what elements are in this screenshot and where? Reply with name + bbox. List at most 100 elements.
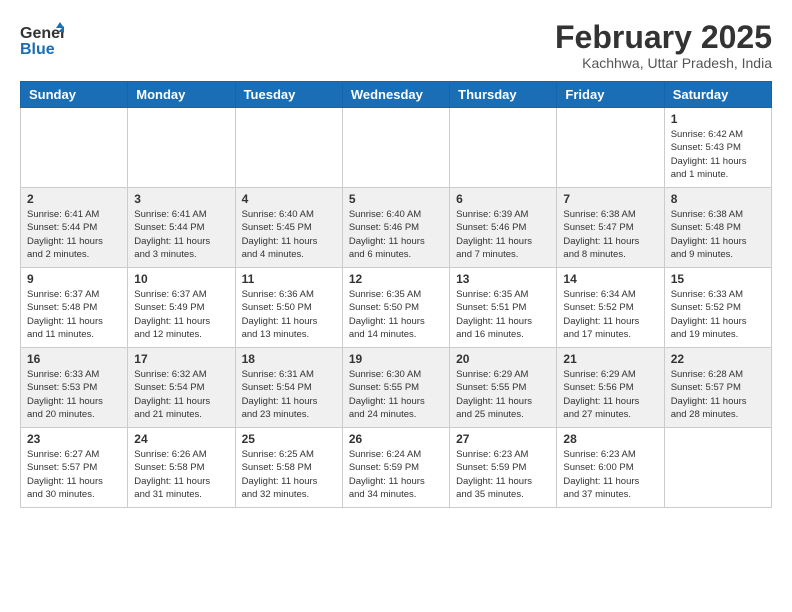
- day-info: Sunrise: 6:27 AMSunset: 5:57 PMDaylight:…: [27, 448, 121, 501]
- day-info: Sunrise: 6:37 AMSunset: 5:48 PMDaylight:…: [27, 288, 121, 341]
- day-number: 10: [134, 272, 228, 286]
- day-info: Sunrise: 6:34 AMSunset: 5:52 PMDaylight:…: [563, 288, 657, 341]
- calendar-cell: 16Sunrise: 6:33 AMSunset: 5:53 PMDayligh…: [21, 348, 128, 428]
- day-number: 9: [27, 272, 121, 286]
- calendar-cell: 14Sunrise: 6:34 AMSunset: 5:52 PMDayligh…: [557, 268, 664, 348]
- day-info: Sunrise: 6:40 AMSunset: 5:45 PMDaylight:…: [242, 208, 336, 261]
- calendar-cell: 18 Sunrise: 6:31 AMSunset: 5:54 PMDayligh…: [235, 348, 342, 428]
- svg-text:Blue: Blue: [20, 41, 55, 58]
- day-info: Sunrise: 6:23 AMSunset: 5:59 PMDaylight:…: [456, 448, 550, 501]
- day-info: Sunrise: 6:25 AMSunset: 5:58 PMDaylight:…: [242, 448, 336, 501]
- calendar-cell: 13 Sunrise: 6:35 AMSunset: 5:51 PMDayligh…: [450, 268, 557, 348]
- day-info: Sunrise: 6:28 AMSunset: 5:57 PMDaylight:…: [671, 368, 765, 421]
- calendar-cell: 12 Sunrise: 6:35 AMSunset: 5:50 PMDayligh…: [342, 268, 449, 348]
- day-number: 24: [134, 432, 228, 446]
- day-number: 28: [563, 432, 657, 446]
- calendar-cell: 19Sunrise: 6:30 AMSunset: 5:55 PMDayligh…: [342, 348, 449, 428]
- day-info: Sunrise: 6:38 AMSunset: 5:47 PMDaylight:…: [563, 208, 657, 261]
- day-number: 18: [242, 352, 336, 366]
- day-info: Sunrise: 6:32 AMSunset: 5:54 PMDaylight:…: [134, 368, 228, 421]
- calendar-cell: 25 Sunrise: 6:25 AMSunset: 5:58 PMDayligh…: [235, 428, 342, 508]
- day-info: Sunrise: 6:36 AMSunset: 5:50 PMDaylight:…: [242, 288, 336, 341]
- weekday-header-sunday: Sunday: [21, 82, 128, 108]
- day-info: Sunrise: 6:30 AMSunset: 5:55 PMDaylight:…: [349, 368, 443, 421]
- month-title: February 2025: [555, 20, 772, 55]
- calendar-cell: 2Sunrise: 6:41 AMSunset: 5:44 PMDaylight…: [21, 188, 128, 268]
- calendar-cell: 10 Sunrise: 6:37 AMSunset: 5:49 PMDayligh…: [128, 268, 235, 348]
- calendar-cell: 22Sunrise: 6:28 AMSunset: 5:57 PMDayligh…: [664, 348, 771, 428]
- logo: General Blue: [20, 20, 64, 58]
- day-number: 20: [456, 352, 550, 366]
- weekday-header-thursday: Thursday: [450, 82, 557, 108]
- day-info: Sunrise: 6:42 AMSunset: 5:43 PMDaylight:…: [671, 128, 765, 181]
- day-info: Sunrise: 6:40 AMSunset: 5:46 PMDaylight:…: [349, 208, 443, 261]
- calendar-cell: [128, 108, 235, 188]
- day-number: 7: [563, 192, 657, 206]
- calendar-cell: [342, 108, 449, 188]
- calendar-cell: 7 Sunrise: 6:38 AMSunset: 5:47 PMDaylight…: [557, 188, 664, 268]
- calendar-cell: [235, 108, 342, 188]
- day-info: Sunrise: 6:31 AMSunset: 5:54 PMDaylight:…: [242, 368, 336, 421]
- logo-icon: General Blue: [20, 20, 64, 58]
- calendar-cell: 3 Sunrise: 6:41 AMSunset: 5:44 PMDaylight…: [128, 188, 235, 268]
- day-number: 11: [242, 272, 336, 286]
- weekday-header-wednesday: Wednesday: [342, 82, 449, 108]
- calendar-cell: 24 Sunrise: 6:26 AMSunset: 5:58 PMDayligh…: [128, 428, 235, 508]
- day-info: Sunrise: 6:41 AMSunset: 5:44 PMDaylight:…: [27, 208, 121, 261]
- day-number: 21: [563, 352, 657, 366]
- calendar: SundayMondayTuesdayWednesdayThursdayFrid…: [20, 81, 772, 508]
- calendar-week-row: 23 Sunrise: 6:27 AMSunset: 5:57 PMDayligh…: [21, 428, 772, 508]
- calendar-cell: 5 Sunrise: 6:40 AMSunset: 5:46 PMDaylight…: [342, 188, 449, 268]
- day-info: Sunrise: 6:33 AMSunset: 5:52 PMDaylight:…: [671, 288, 765, 341]
- calendar-cell: [450, 108, 557, 188]
- day-number: 5: [349, 192, 443, 206]
- day-number: 23: [27, 432, 121, 446]
- day-info: Sunrise: 6:29 AMSunset: 5:56 PMDaylight:…: [563, 368, 657, 421]
- location-title: Kachhwa, Uttar Pradesh, India: [555, 55, 772, 71]
- day-info: Sunrise: 6:26 AMSunset: 5:58 PMDaylight:…: [134, 448, 228, 501]
- day-number: 3: [134, 192, 228, 206]
- calendar-cell: 15 Sunrise: 6:33 AMSunset: 5:52 PMDayligh…: [664, 268, 771, 348]
- calendar-week-row: 2Sunrise: 6:41 AMSunset: 5:44 PMDaylight…: [21, 188, 772, 268]
- title-area: February 2025 Kachhwa, Uttar Pradesh, In…: [555, 20, 772, 71]
- day-info: Sunrise: 6:29 AMSunset: 5:55 PMDaylight:…: [456, 368, 550, 421]
- day-number: 6: [456, 192, 550, 206]
- day-info: Sunrise: 6:39 AMSunset: 5:46 PMDaylight:…: [456, 208, 550, 261]
- day-number: 16: [27, 352, 121, 366]
- day-info: Sunrise: 6:35 AMSunset: 5:50 PMDaylight:…: [349, 288, 443, 341]
- calendar-cell: [21, 108, 128, 188]
- day-info: Sunrise: 6:38 AMSunset: 5:48 PMDaylight:…: [671, 208, 765, 261]
- day-info: Sunrise: 6:35 AMSunset: 5:51 PMDaylight:…: [456, 288, 550, 341]
- calendar-cell: [664, 428, 771, 508]
- calendar-cell: 17 Sunrise: 6:32 AMSunset: 5:54 PMDayligh…: [128, 348, 235, 428]
- day-number: 25: [242, 432, 336, 446]
- day-number: 15: [671, 272, 765, 286]
- weekday-header-tuesday: Tuesday: [235, 82, 342, 108]
- day-info: Sunrise: 6:23 AMSunset: 6:00 PMDaylight:…: [563, 448, 657, 501]
- day-info: Sunrise: 6:37 AMSunset: 5:49 PMDaylight:…: [134, 288, 228, 341]
- calendar-cell: 11 Sunrise: 6:36 AMSunset: 5:50 PMDayligh…: [235, 268, 342, 348]
- day-number: 1: [671, 112, 765, 126]
- calendar-week-row: 1 Sunrise: 6:42 AMSunset: 5:43 PMDaylight…: [21, 108, 772, 188]
- day-number: 17: [134, 352, 228, 366]
- weekday-header-friday: Friday: [557, 82, 664, 108]
- weekday-header-saturday: Saturday: [664, 82, 771, 108]
- calendar-cell: 8 Sunrise: 6:38 AMSunset: 5:48 PMDaylight…: [664, 188, 771, 268]
- calendar-cell: 9 Sunrise: 6:37 AMSunset: 5:48 PMDaylight…: [21, 268, 128, 348]
- calendar-cell: 21 Sunrise: 6:29 AMSunset: 5:56 PMDayligh…: [557, 348, 664, 428]
- calendar-cell: 23 Sunrise: 6:27 AMSunset: 5:57 PMDayligh…: [21, 428, 128, 508]
- calendar-cell: 1 Sunrise: 6:42 AMSunset: 5:43 PMDaylight…: [664, 108, 771, 188]
- calendar-cell: 27Sunrise: 6:23 AMSunset: 5:59 PMDayligh…: [450, 428, 557, 508]
- day-number: 13: [456, 272, 550, 286]
- day-info: Sunrise: 6:41 AMSunset: 5:44 PMDaylight:…: [134, 208, 228, 261]
- calendar-week-row: 16Sunrise: 6:33 AMSunset: 5:53 PMDayligh…: [21, 348, 772, 428]
- calendar-cell: 26Sunrise: 6:24 AMSunset: 5:59 PMDayligh…: [342, 428, 449, 508]
- calendar-cell: [557, 108, 664, 188]
- weekday-header-row: SundayMondayTuesdayWednesdayThursdayFrid…: [21, 82, 772, 108]
- calendar-cell: 28 Sunrise: 6:23 AMSunset: 6:00 PMDayligh…: [557, 428, 664, 508]
- day-info: Sunrise: 6:24 AMSunset: 5:59 PMDaylight:…: [349, 448, 443, 501]
- day-number: 8: [671, 192, 765, 206]
- calendar-cell: 20 Sunrise: 6:29 AMSunset: 5:55 PMDayligh…: [450, 348, 557, 428]
- day-number: 12: [349, 272, 443, 286]
- weekday-header-monday: Monday: [128, 82, 235, 108]
